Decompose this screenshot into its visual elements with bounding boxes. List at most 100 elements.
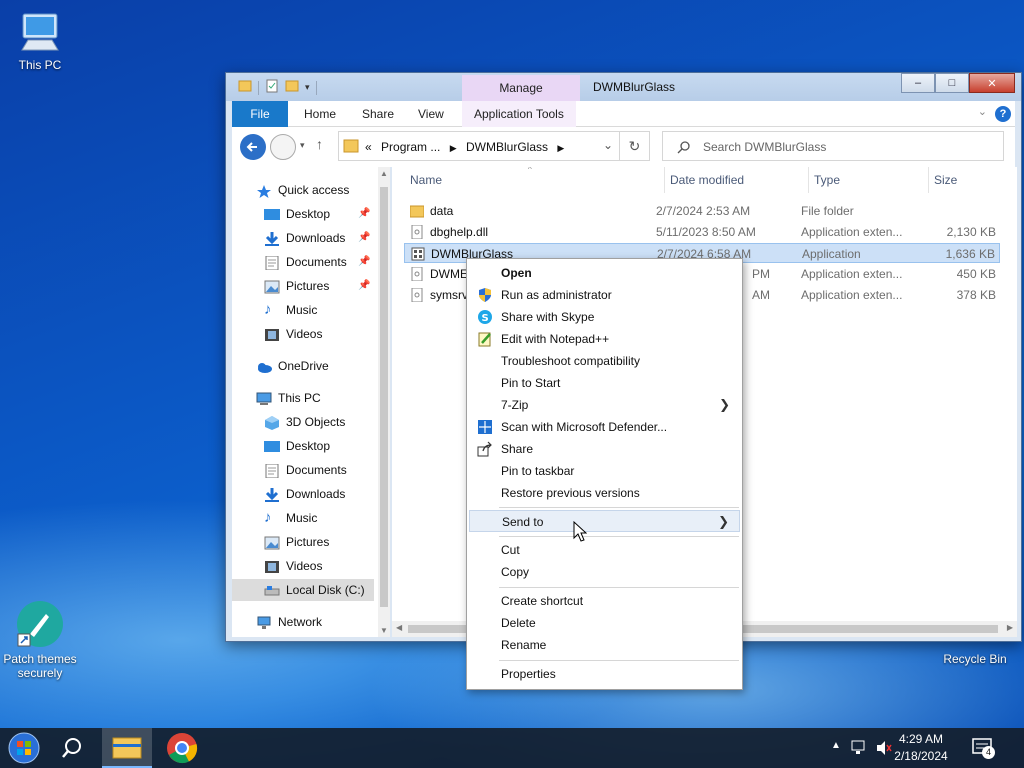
nav-pc-downloads[interactable]: Downloads bbox=[232, 483, 374, 505]
close-button[interactable]: ✕ bbox=[969, 73, 1015, 93]
nav-pc-local-disk[interactable]: Local Disk (C:) bbox=[232, 579, 374, 601]
minimize-button[interactable]: – bbox=[901, 73, 935, 93]
column-type[interactable]: Type bbox=[814, 173, 840, 187]
column-date-modified[interactable]: Date modified bbox=[670, 173, 744, 187]
nav-quick-desktop[interactable]: Desktop 📌 bbox=[232, 203, 374, 225]
back-button[interactable] bbox=[240, 134, 266, 160]
nav-label: 3D Objects bbox=[286, 415, 346, 429]
scroll-left-icon[interactable]: ◀ bbox=[396, 623, 402, 632]
menu-item-pin-start[interactable]: Pin to Start bbox=[469, 372, 740, 394]
nav-pc-videos[interactable]: Videos bbox=[232, 555, 374, 577]
nav-quick-downloads[interactable]: Downloads 📌 bbox=[232, 227, 374, 249]
taskbar-file-explorer[interactable] bbox=[102, 728, 152, 768]
menu-item-copy[interactable]: Copy bbox=[469, 561, 740, 583]
up-arrow-icon[interactable]: ↑ bbox=[316, 136, 323, 152]
sort-ascending-icon: ^ bbox=[528, 167, 532, 174]
tab-view[interactable]: View bbox=[406, 101, 456, 127]
refresh-button[interactable]: ↻ bbox=[620, 131, 650, 161]
column-name[interactable]: Name bbox=[410, 173, 442, 187]
menu-item-restore-versions[interactable]: Restore previous versions bbox=[469, 482, 740, 504]
tab-home[interactable]: Home bbox=[292, 101, 348, 127]
menu-item-run-as-admin[interactable]: Run as administrator bbox=[469, 284, 740, 306]
nav-this-pc[interactable]: This PC bbox=[232, 387, 374, 409]
nav-quick-documents[interactable]: Documents 📌 bbox=[232, 251, 374, 273]
nav-network[interactable]: Network bbox=[232, 611, 374, 633]
nav-pc-pictures[interactable]: Pictures bbox=[232, 531, 374, 553]
nav-pc-music[interactable]: ♪ Music bbox=[232, 507, 374, 529]
breadcrumb-separator-icon[interactable]: ▶ bbox=[450, 143, 457, 153]
file-name: data bbox=[430, 204, 454, 218]
scroll-thumb[interactable] bbox=[380, 187, 388, 607]
menu-item-delete[interactable]: Delete bbox=[469, 612, 740, 634]
nav-quick-music[interactable]: ♪ Music bbox=[232, 299, 374, 321]
scroll-right-icon[interactable]: ▶ bbox=[1007, 623, 1013, 632]
nav-scrollbar[interactable]: ▲ ▼ bbox=[378, 167, 390, 637]
nav-label: Downloads bbox=[286, 487, 346, 501]
menu-item-troubleshoot[interactable]: Troubleshoot compatibility bbox=[469, 350, 740, 372]
menu-label: Cut bbox=[501, 543, 520, 557]
menu-separator bbox=[499, 587, 739, 588]
search-input[interactable]: Search DWMBlurGlass bbox=[662, 131, 1004, 161]
menu-item-create-shortcut[interactable]: Create shortcut bbox=[469, 590, 740, 612]
breadcrumb-separator-icon[interactable]: ▶ bbox=[557, 143, 564, 153]
nav-onedrive[interactable]: OneDrive bbox=[232, 355, 374, 377]
notepad-plus-plus-icon bbox=[477, 331, 493, 347]
menu-item-cut[interactable]: Cut bbox=[469, 539, 740, 561]
forward-button[interactable] bbox=[270, 134, 296, 160]
nav-label: Pictures bbox=[286, 535, 330, 549]
menu-item-scan-defender[interactable]: Scan with Microsoft Defender... bbox=[469, 416, 740, 438]
menu-item-edit-notepad[interactable]: Edit with Notepad++ bbox=[469, 328, 740, 350]
breadcrumb-program-files[interactable]: Program ... bbox=[381, 140, 440, 154]
table-row[interactable]: dbghelp.dll 5/11/2023 8:50 AM Applicatio… bbox=[404, 222, 1000, 242]
scroll-up-icon[interactable]: ▲ bbox=[380, 169, 388, 178]
menu-item-rename[interactable]: Rename bbox=[469, 634, 740, 656]
maximize-button[interactable]: □ bbox=[935, 73, 969, 93]
menu-item-open[interactable]: Open bbox=[469, 262, 740, 284]
address-bar[interactable]: « Program ... ▶ DWMBlurGlass ▶ ⌄ bbox=[338, 131, 620, 161]
qat-dropdown-icon[interactable]: ▾ bbox=[305, 82, 310, 93]
title-bar[interactable]: ▾ Manage DWMBlurGlass – □ ✕ bbox=[226, 73, 1021, 101]
nav-label: Desktop bbox=[286, 207, 331, 221]
menu-label: Troubleshoot compatibility bbox=[501, 354, 640, 368]
help-icon[interactable]: ? bbox=[995, 106, 1011, 122]
nav-quick-access[interactable]: Quick access bbox=[232, 179, 374, 201]
tab-application-tools[interactable]: Application Tools bbox=[462, 101, 576, 127]
menu-item-properties[interactable]: Properties bbox=[469, 663, 740, 685]
menu-item-7zip[interactable]: 7-Zip ❯ bbox=[469, 394, 740, 416]
properties-icon[interactable] bbox=[265, 79, 279, 96]
nav-pc-documents[interactable]: Documents bbox=[232, 459, 374, 481]
search-button[interactable] bbox=[48, 728, 96, 768]
tab-manage[interactable]: Manage bbox=[462, 75, 580, 101]
tab-file[interactable]: File bbox=[232, 101, 288, 127]
mouse-cursor-icon bbox=[573, 521, 587, 542]
address-dropdown-icon[interactable]: ⌄ bbox=[603, 138, 613, 152]
new-folder-icon[interactable] bbox=[285, 79, 299, 96]
action-center-button[interactable]: 4 bbox=[972, 738, 995, 761]
breadcrumb-overflow[interactable]: « bbox=[365, 140, 372, 154]
menu-item-pin-taskbar[interactable]: Pin to taskbar bbox=[469, 460, 740, 482]
start-button[interactable] bbox=[0, 728, 48, 768]
nav-pc-desktop[interactable]: Desktop bbox=[232, 435, 374, 457]
tab-share[interactable]: Share bbox=[350, 101, 406, 127]
nav-pc-3d-objects[interactable]: 3D Objects bbox=[232, 411, 374, 433]
file-type: Application bbox=[802, 247, 861, 261]
desktop-icon-patch-themes[interactable]: Patch themes securely bbox=[0, 600, 80, 680]
nav-quick-pictures[interactable]: Pictures 📌 bbox=[232, 275, 374, 297]
network-icon[interactable] bbox=[851, 740, 869, 756]
menu-item-send-to[interactable]: Send to ❯ bbox=[469, 510, 740, 532]
taskbar-chrome[interactable] bbox=[158, 728, 206, 768]
column-size[interactable]: Size bbox=[934, 173, 957, 187]
menu-item-share-skype[interactable]: S Share with Skype bbox=[469, 306, 740, 328]
show-hidden-icons-icon[interactable]: ▲ bbox=[831, 740, 841, 751]
menu-label: Share bbox=[501, 442, 534, 456]
system-clock[interactable]: 4:29 AM 2/18/2024 bbox=[886, 731, 956, 765]
table-row[interactable]: data 2/7/2024 2:53 AM File folder bbox=[404, 201, 1000, 221]
scroll-down-icon[interactable]: ▼ bbox=[380, 626, 388, 635]
expand-ribbon-icon[interactable]: ⌄ bbox=[978, 105, 987, 118]
recent-locations-icon[interactable]: ▾ bbox=[300, 140, 305, 151]
menu-item-share[interactable]: Share bbox=[469, 438, 740, 460]
nav-quick-videos[interactable]: Videos bbox=[232, 323, 374, 345]
desktop-icon-this-pc[interactable]: This PC bbox=[0, 10, 80, 72]
breadcrumb-dwmblurglass[interactable]: DWMBlurGlass bbox=[466, 140, 548, 154]
column-separator bbox=[808, 167, 809, 193]
